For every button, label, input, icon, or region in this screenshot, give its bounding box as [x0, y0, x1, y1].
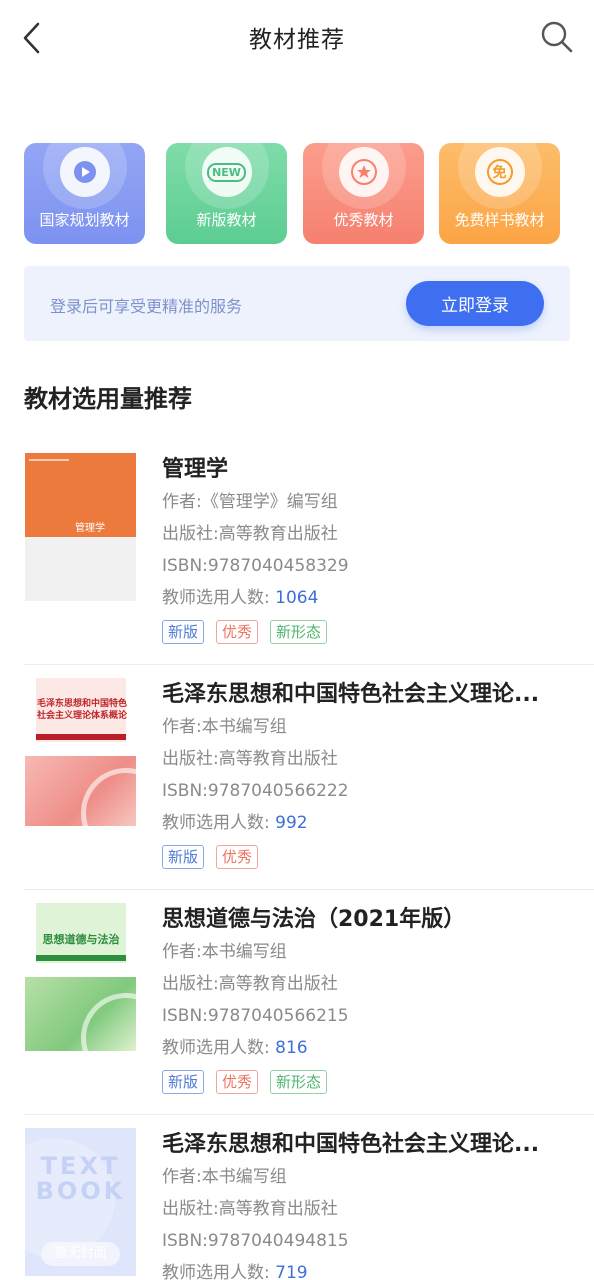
book-isbn: ISBN:9787040458329 — [162, 556, 349, 576]
usage-count: 719 — [275, 1263, 308, 1280]
category-label: 新版教材 — [196, 211, 257, 229]
book-item[interactable]: 管理学 管理学 作者:《管理学》编写组 出版社:高等教育出版社 ISBN:978… — [0, 440, 594, 665]
category-label: 免费样书教材 — [454, 211, 545, 229]
book-info: 思想道德与法治（2021年版） 作者:本书编写组 出版社:高等教育出版社 ISB… — [162, 904, 572, 1096]
book-info: 毛泽东思想和中国特色社会主义理论... 作者:本书编写组 出版社:高等教育出版社… — [162, 1129, 572, 1280]
book-tags: 新版 优秀 新形态 — [162, 620, 572, 646]
book-usage: 教师选用人数: 719 — [162, 1257, 572, 1280]
category-label: 优秀教材 — [333, 211, 394, 229]
book-list: 管理学 管理学 作者:《管理学》编写组 出版社:高等教育出版社 ISBN:978… — [0, 440, 594, 1280]
new-icon: NEW — [201, 147, 252, 197]
book-tags: 新版 优秀 — [162, 845, 572, 871]
cover-text-line1: TEXT — [40, 1152, 121, 1180]
new-badge-text: NEW — [207, 162, 246, 182]
cover-text-line2: BOOK — [35, 1177, 126, 1205]
search-icon — [541, 21, 573, 53]
top-navbar: 教材推荐 — [0, 0, 594, 78]
book-cover[interactable]: 管理学 — [25, 453, 136, 601]
login-tip-text: 登录后可享受更精准的服务 — [50, 297, 243, 316]
book-usage: 教师选用人数: 1064 — [162, 582, 572, 614]
category-free-sample[interactable]: 免 免费样书教材 — [439, 143, 560, 244]
usage-count: 1064 — [275, 588, 319, 608]
tag-new-edition: 新版 — [162, 620, 205, 644]
book-title[interactable]: 管理学 — [162, 454, 572, 486]
login-banner: 登录后可享受更精准的服务 立即登录 — [24, 266, 570, 341]
usage-label: 教师选用人数: — [162, 813, 276, 833]
book-title[interactable]: 思想道德与法治（2021年版） — [162, 904, 572, 936]
book-publisher: 出版社:高等教育出版社 — [162, 974, 338, 994]
book-info: 管理学 作者:《管理学》编写组 出版社:高等教育出版社 ISBN:9787040… — [162, 454, 572, 646]
free-icon: 免 — [474, 147, 525, 197]
usage-label: 教师选用人数: — [162, 1038, 276, 1058]
usage-count: 992 — [275, 813, 308, 833]
book-publisher: 出版社:高等教育出版社 — [162, 749, 338, 769]
cover-textbook-watermark: TEXT BOOK — [25, 1154, 136, 1204]
usage-label: 教师选用人数: — [162, 588, 276, 608]
page-title: 教材推荐 — [249, 27, 345, 53]
cover-title: 管理学 — [75, 523, 105, 534]
cover-bar — [36, 734, 126, 740]
book-title[interactable]: 毛泽东思想和中国特色社会主义理论... — [162, 1129, 572, 1161]
book-isbn: ISBN:9787040566215 — [162, 1006, 349, 1026]
cover-title: 毛泽东思想和中国特色社会主义理论体系概论 — [37, 699, 128, 721]
usage-label: 教师选用人数: — [162, 1263, 276, 1280]
book-author: 作者:本书编写组 — [162, 1167, 287, 1187]
tag-excellent: 优秀 — [216, 1070, 259, 1094]
book-tags: 新版 优秀 新形态 — [162, 1070, 572, 1096]
category-excellent[interactable]: 优秀教材 — [303, 143, 424, 244]
tag-new-edition: 新版 — [162, 845, 205, 869]
tag-new-form: 新形态 — [270, 1070, 328, 1094]
section-title: 教材选用量推荐 — [24, 385, 192, 413]
book-isbn: ISBN:9787040566222 — [162, 781, 349, 801]
cover-title: 思想道德与法治 — [42, 933, 120, 946]
book-item[interactable]: 思想道德与法治 思想道德与法治（2021年版） 作者:本书编写组 出版社:高等教… — [0, 890, 594, 1115]
login-button[interactable]: 立即登录 — [406, 281, 544, 326]
no-cover-label: 暂无封面 — [41, 1242, 120, 1266]
book-publisher: 出版社:高等教育出版社 — [162, 1199, 338, 1219]
book-author: 作者:本书编写组 — [162, 717, 287, 737]
book-info: 毛泽东思想和中国特色社会主义理论... 作者:本书编写组 出版社:高等教育出版社… — [162, 679, 572, 871]
book-isbn: ISBN:9787040494815 — [162, 1231, 349, 1251]
category-new-edition[interactable]: NEW 新版教材 — [166, 143, 287, 244]
book-cover[interactable]: 毛泽东思想和中国特色社会主义理论体系概论 — [25, 678, 136, 826]
book-item[interactable]: TEXT BOOK 暂无封面 毛泽东思想和中国特色社会主义理论... 作者:本书编… — [0, 1115, 594, 1280]
book-author: 作者:本书编写组 — [162, 942, 287, 962]
tag-excellent: 优秀 — [216, 620, 259, 644]
book-author: 作者:《管理学》编写组 — [162, 492, 338, 512]
free-badge-text: 免 — [486, 159, 513, 185]
star-icon — [338, 147, 389, 197]
book-title[interactable]: 毛泽东思想和中国特色社会主义理论... — [162, 679, 572, 711]
category-national-plan[interactable]: 国家规划教材 — [24, 143, 145, 244]
cover-bottom-block — [25, 537, 136, 601]
usage-count: 816 — [275, 1038, 308, 1058]
book-publisher: 出版社:高等教育出版社 — [162, 524, 338, 544]
search-button[interactable] — [538, 18, 576, 56]
tag-new-edition: 新版 — [162, 1070, 205, 1094]
cover-bar — [36, 955, 126, 961]
cover-small-line — [29, 459, 69, 467]
book-usage: 教师选用人数: 992 — [162, 807, 572, 839]
tag-new-form: 新形态 — [270, 620, 328, 644]
category-grid: 国家规划教材 NEW 新版教材 优秀教材 免 免费样书教材 — [24, 143, 564, 245]
book-cover[interactable]: 思想道德与法治 — [25, 903, 136, 1051]
play-icon — [59, 147, 110, 197]
tag-excellent: 优秀 — [216, 845, 259, 869]
category-label: 国家规划教材 — [39, 211, 130, 229]
book-cover-placeholder[interactable]: TEXT BOOK 暂无封面 — [25, 1128, 136, 1276]
book-item[interactable]: 毛泽东思想和中国特色社会主义理论体系概论 毛泽东思想和中国特色社会主义理论...… — [0, 665, 594, 890]
book-usage: 教师选用人数: 816 — [162, 1032, 572, 1064]
